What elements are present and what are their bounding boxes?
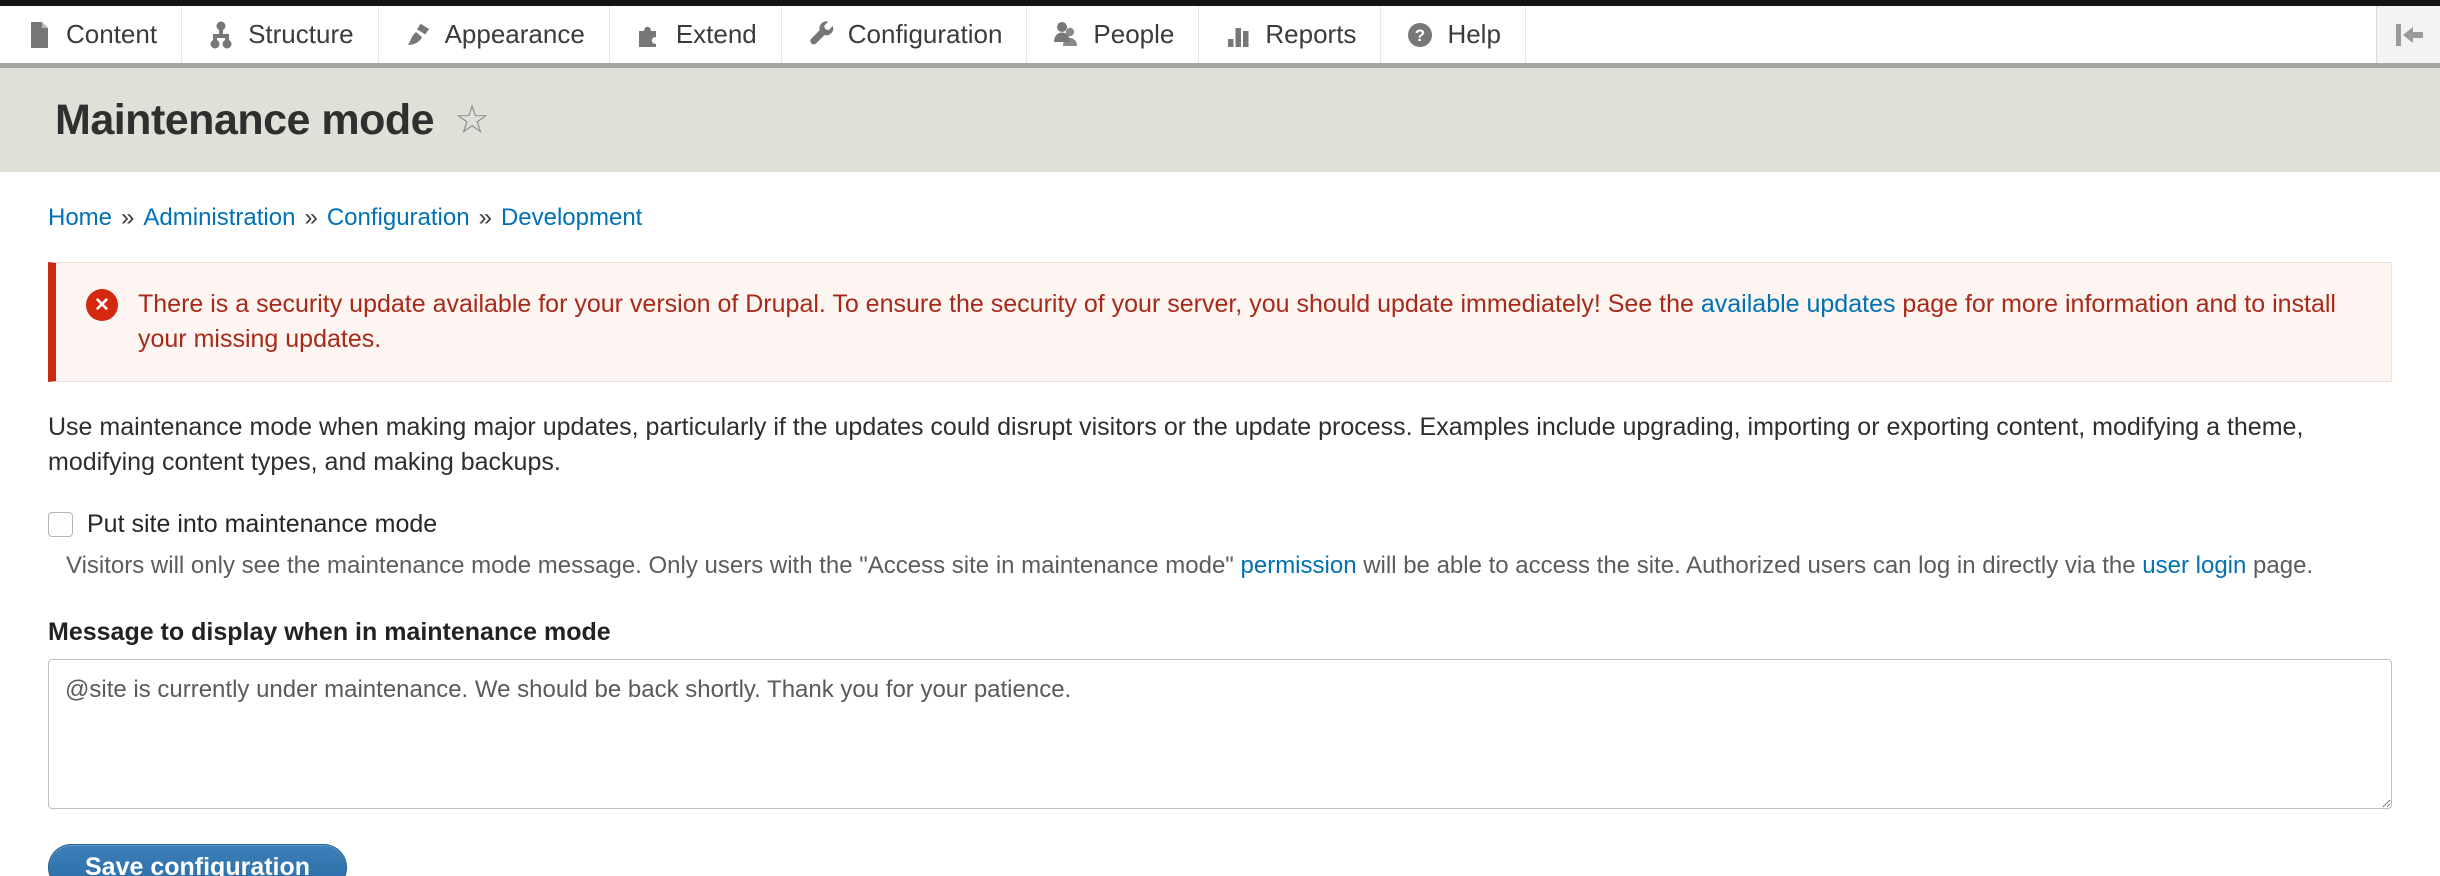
- breadcrumb-separator: »: [121, 204, 134, 231]
- breadcrumb-separator: »: [479, 204, 492, 231]
- shortcut-star-icon[interactable]: ☆: [454, 100, 490, 140]
- toolbar-item-reports[interactable]: Reports: [1199, 6, 1381, 63]
- breadcrumb-link-home[interactable]: Home: [48, 204, 112, 231]
- description-text-after: page.: [2246, 552, 2313, 579]
- wrench-icon: [806, 20, 836, 50]
- available-updates-link[interactable]: available updates: [1701, 290, 1896, 318]
- main-content: Home » Administration » Configuration » Develo…: [0, 204, 2440, 876]
- maintenance-message-textarea[interactable]: @site is currently under maintenance. We…: [48, 659, 2392, 809]
- error-message-text: There is a security update available for…: [138, 287, 2361, 357]
- maintenance-message-form-item: Message to display when in maintenance m…: [48, 618, 2392, 814]
- maintenance-mode-intro-text: Use maintenance mode when making major u…: [48, 410, 2392, 480]
- error-icon: ✕: [86, 289, 118, 321]
- maintenance-mode-checkbox-description: Visitors will only see the maintenance m…: [66, 549, 2392, 582]
- maintenance-mode-checkbox[interactable]: [48, 512, 73, 537]
- breadcrumb-link-development[interactable]: Development: [501, 204, 642, 231]
- admin-toolbar: Content Structure Appearance Extend Conf…: [0, 6, 2440, 68]
- people-icon: [1051, 20, 1081, 50]
- toolbar-item-label: People: [1093, 19, 1174, 50]
- page-header: Maintenance mode ☆: [0, 68, 2440, 172]
- sitemap-icon: [206, 20, 236, 50]
- svg-text:?: ?: [1415, 26, 1425, 45]
- permission-link[interactable]: permission: [1241, 552, 1357, 579]
- paintbrush-icon: [403, 20, 433, 50]
- maintenance-message-label: Message to display when in maintenance m…: [48, 618, 2392, 647]
- toolbar-item-help[interactable]: ? Help: [1381, 6, 1525, 63]
- security-update-error-message: ✕ There is a security update available f…: [48, 262, 2392, 382]
- bar-chart-icon: [1223, 20, 1253, 50]
- help-icon: ?: [1405, 20, 1435, 50]
- puzzle-icon: [634, 20, 664, 50]
- toolbar-item-structure[interactable]: Structure: [182, 6, 379, 63]
- breadcrumb-separator: »: [304, 204, 317, 231]
- toolbar-item-label: Appearance: [445, 19, 585, 50]
- save-configuration-button[interactable]: Save configuration: [48, 844, 347, 876]
- description-text-before-permission: Visitors will only see the maintenance m…: [66, 552, 1241, 579]
- toolbar-item-people[interactable]: People: [1027, 6, 1199, 63]
- maintenance-mode-checkbox-label[interactable]: Put site into maintenance mode: [87, 510, 437, 539]
- toolbar-item-label: Help: [1447, 19, 1500, 50]
- toolbar-item-appearance[interactable]: Appearance: [379, 6, 610, 63]
- breadcrumb: Home » Administration » Configuration » Develo…: [48, 204, 2392, 232]
- breadcrumb-link-administration[interactable]: Administration: [143, 204, 295, 231]
- user-login-link[interactable]: user login: [2142, 552, 2246, 579]
- toolbar-item-label: Content: [66, 19, 157, 50]
- collapse-left-icon: [2392, 20, 2426, 50]
- description-text-between: will be able to access the site. Authori…: [1357, 552, 2143, 579]
- toolbar-item-extend[interactable]: Extend: [610, 6, 782, 63]
- breadcrumb-link-configuration[interactable]: Configuration: [327, 204, 470, 231]
- form-actions: Save configuration: [48, 844, 2392, 876]
- error-text-before-link: There is a security update available for…: [138, 290, 1701, 318]
- maintenance-mode-checkbox-row: Put site into maintenance mode: [48, 510, 2392, 539]
- page-title: Maintenance mode: [55, 96, 434, 145]
- toolbar-item-content[interactable]: Content: [0, 6, 182, 63]
- toolbar-item-label: Extend: [676, 19, 757, 50]
- toolbar-item-label: Structure: [248, 19, 354, 50]
- file-icon: [24, 20, 54, 50]
- toolbar-spacer: [1526, 6, 2376, 63]
- toolbar-item-label: Reports: [1265, 19, 1356, 50]
- toolbar-orientation-toggle[interactable]: [2376, 6, 2440, 63]
- toolbar-item-configuration[interactable]: Configuration: [782, 6, 1028, 63]
- toolbar-item-label: Configuration: [848, 19, 1003, 50]
